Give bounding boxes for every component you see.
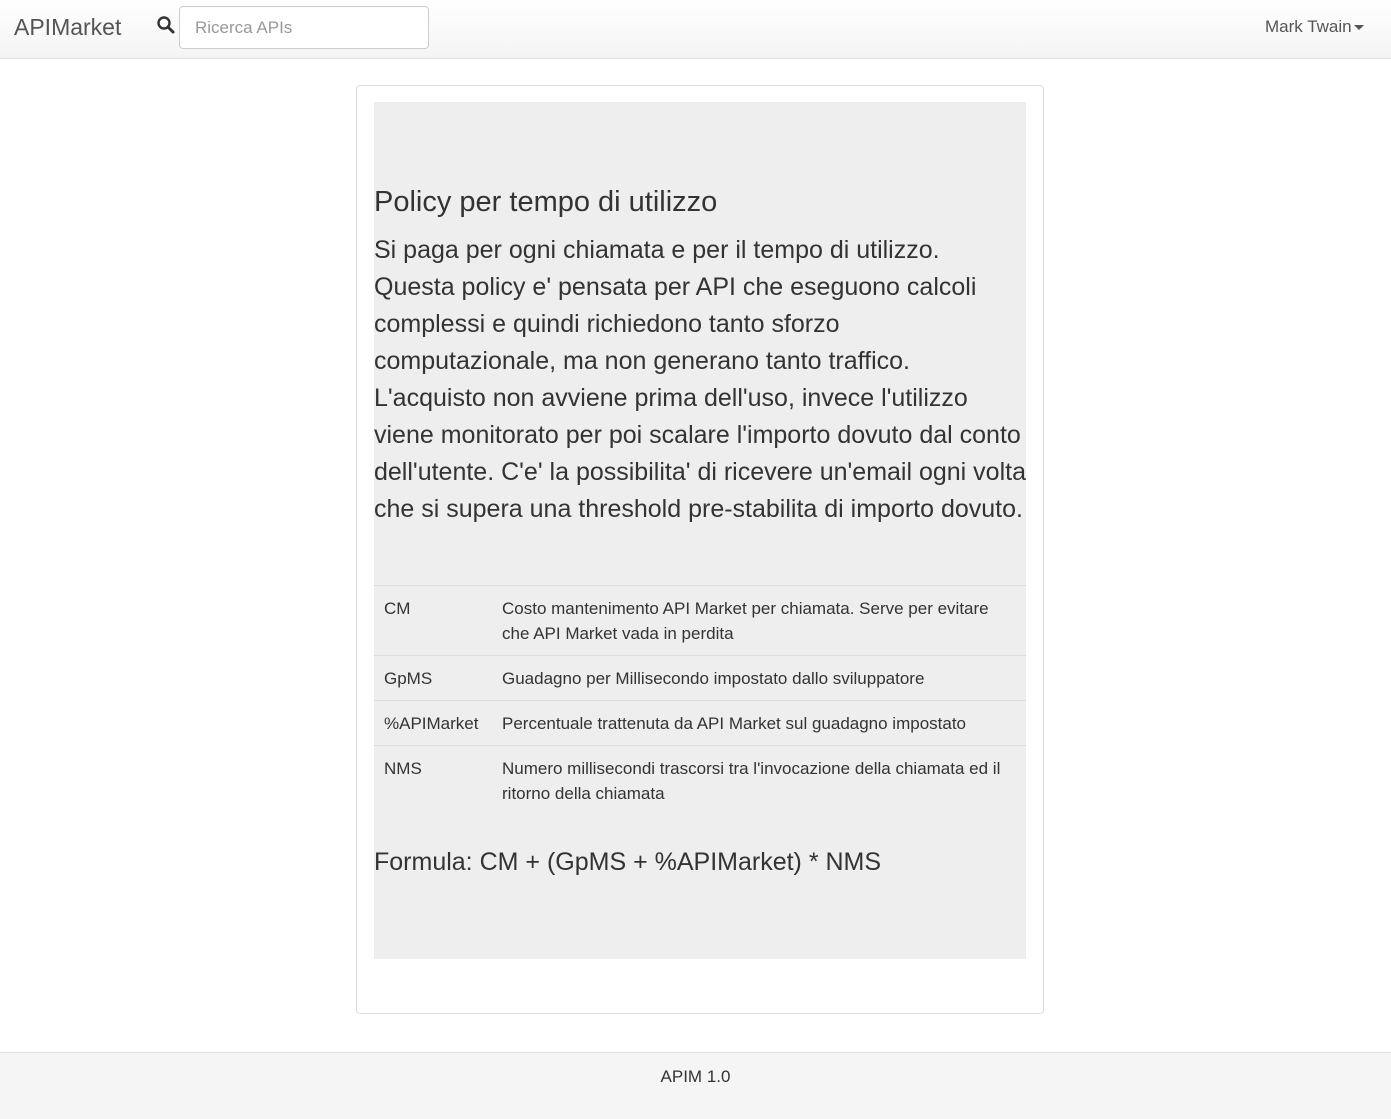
variable-name: %APIMarket (374, 700, 492, 746)
variable-name: CM (374, 585, 492, 656)
top-navbar: APIMarket Mark Twain (0, 0, 1391, 59)
policy-description: Si paga per ogni chiamata e per il tempo… (374, 236, 1026, 523)
variable-name: NMS (374, 745, 492, 815)
variable-description: Costo mantenimento API Market per chiama… (492, 585, 1026, 656)
policy-formula: Formula: CM + (GpMS + %APIMarket) * NMS (374, 848, 882, 876)
policy-title: Policy per tempo di utilizzo (374, 186, 718, 218)
table-row: CM Costo mantenimento API Market per chi… (374, 585, 1026, 656)
policy-panel: Policy per tempo di utilizzo Si paga per… (356, 85, 1044, 1014)
page-footer: APIM 1.0 (0, 1052, 1391, 1119)
caret-down-icon (1353, 25, 1364, 31)
variable-description: Numero millisecondi trascorsi tra l'invo… (492, 745, 1026, 815)
variable-description: Percentuale trattenuta da API Market sul… (492, 700, 1026, 746)
search-input[interactable] (179, 6, 429, 49)
brand-link[interactable]: APIMarket (14, 13, 121, 41)
user-name: Mark Twain (1265, 17, 1352, 36)
policy-jumbotron: Policy per tempo di utilizzo Si paga per… (374, 102, 1026, 959)
variables-table: CM Costo mantenimento API Market per chi… (374, 585, 1026, 815)
table-row: NMS Numero millisecondi trascorsi tra l'… (374, 745, 1026, 815)
variable-name: GpMS (374, 655, 492, 701)
search-icon (156, 15, 176, 35)
user-menu-dropdown[interactable]: Mark Twain (1265, 16, 1364, 38)
variable-description: Guadagno per Millisecondo impostato dall… (492, 655, 1026, 701)
footer-version-text: APIM 1.0 (660, 1067, 731, 1086)
table-row: GpMS Guadagno per Millisecondo impostato… (374, 655, 1026, 701)
table-row: %APIMarket Percentuale trattenuta da API… (374, 700, 1026, 746)
